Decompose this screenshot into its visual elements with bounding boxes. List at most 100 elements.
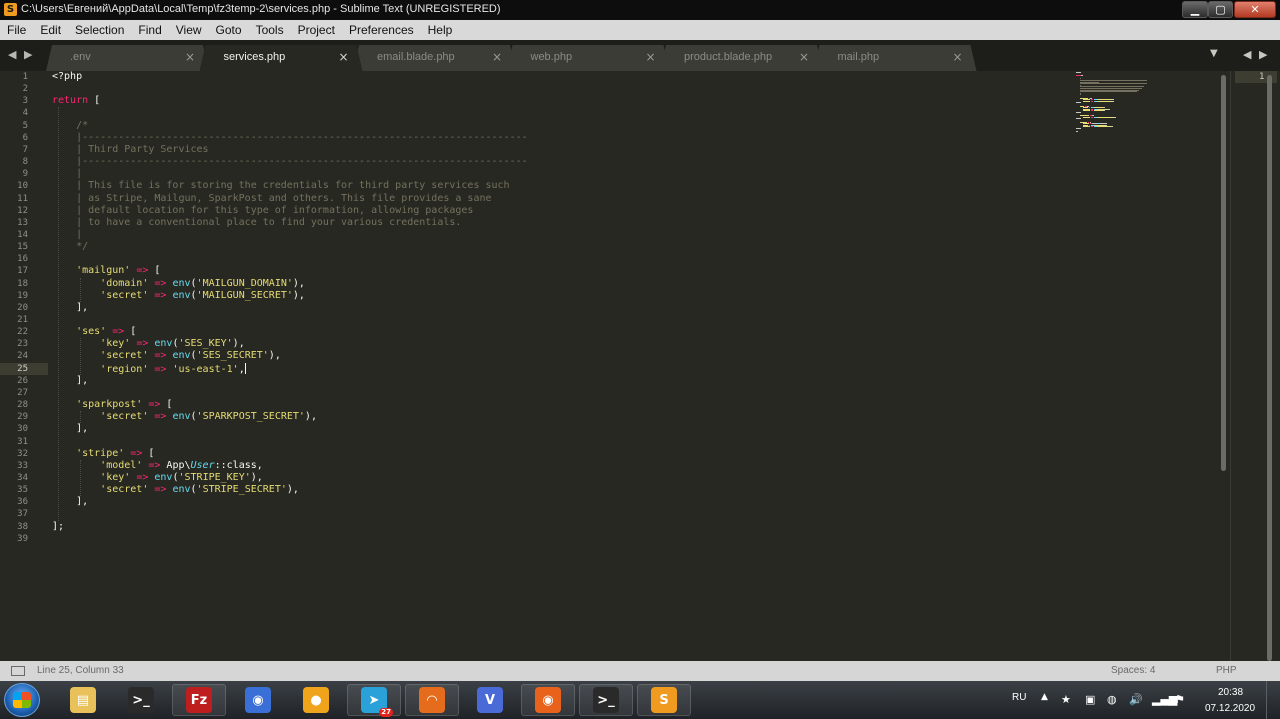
close-button[interactable]: ✕: [1234, 1, 1276, 18]
code-line[interactable]: |: [52, 229, 82, 241]
editor-scrollbar-thumb[interactable]: [1221, 75, 1226, 471]
menu-find[interactable]: Find: [131, 20, 168, 40]
code-line[interactable]: 'secret' => env('SES_SECRET'),: [52, 350, 281, 362]
panel-toggle-icon[interactable]: [11, 666, 25, 676]
code-line[interactable]: 'domain' => env('MAILGUN_DOMAIN'),: [52, 278, 305, 290]
code-line[interactable]: 'ses' => [: [52, 326, 136, 338]
tab-close-icon[interactable]: ×: [492, 50, 502, 64]
code-line[interactable]: 'secret' => env('STRIPE_SECRET'),: [52, 484, 299, 496]
clock-time[interactable]: 20:38: [1218, 687, 1243, 698]
code-line[interactable]: ],: [52, 423, 88, 435]
language-indicator[interactable]: RU: [1012, 692, 1026, 703]
tab-close-icon[interactable]: ×: [952, 50, 962, 64]
code-line[interactable]: | to have a conventional place to find y…: [52, 217, 461, 229]
tab-close-icon[interactable]: ×: [645, 50, 655, 64]
clock-date[interactable]: 07.12.2020: [1205, 703, 1255, 714]
tab-5[interactable]: mail.php ×: [814, 45, 977, 71]
taskbar-console[interactable]: >_: [579, 684, 633, 716]
code-token: 'STRIPE_SECRET': [196, 484, 287, 496]
menu-project[interactable]: Project: [291, 20, 342, 40]
start-button[interactable]: [4, 683, 40, 717]
tab-scroll-arrows-icon[interactable]: ◀ ▶: [1243, 48, 1269, 61]
syntax-selector[interactable]: PHP: [1216, 665, 1237, 676]
secondary-scrollbar-thumb[interactable]: [1267, 75, 1272, 661]
menu-preferences[interactable]: Preferences: [342, 20, 421, 40]
code-line[interactable]: */: [52, 241, 88, 253]
code-line[interactable]: ],: [52, 302, 88, 314]
code-line[interactable]: |---------------------------------------…: [52, 156, 528, 168]
code-line[interactable]: | This file is for storing the credentia…: [52, 180, 509, 192]
maximize-button[interactable]: ▢: [1208, 1, 1233, 18]
line-number-gutter[interactable]: 1 2 3 4 5 6 7 8 9 10 11 12 13 14 15 16 17 18 19 20 21 22 23 24 2…: [0, 71, 48, 661]
volume-icon[interactable]: 🔊: [1129, 693, 1143, 706]
tab-4[interactable]: product.blade.php ×: [660, 45, 823, 71]
tab-close-icon[interactable]: ×: [338, 50, 348, 64]
code-line[interactable]: ],: [52, 496, 88, 508]
code-line[interactable]: 'key' => env('STRIPE_KEY'),: [52, 472, 263, 484]
tab-0[interactable]: .env ×: [46, 45, 209, 71]
code-line[interactable]: 'mailgun' => [: [52, 265, 160, 277]
line-number: 18: [17, 278, 28, 289]
taskbar-postman[interactable]: ◠: [405, 684, 459, 716]
taskbar-file-explorer[interactable]: ▤: [56, 684, 110, 716]
code-line[interactable]: 'sparkpost' => [: [52, 399, 172, 411]
code-line[interactable]: 'secret' => env('MAILGUN_SECRET'),: [52, 290, 305, 302]
menu-file[interactable]: File: [0, 20, 33, 40]
menu-tools[interactable]: Tools: [249, 20, 291, 40]
taskbar-sublime-text[interactable]: S: [637, 684, 691, 716]
indentation-setting[interactable]: Spaces: 4: [1111, 665, 1155, 676]
action-center-icon[interactable]: ⚑: [1175, 693, 1185, 706]
tab-2[interactable]: email.blade.php ×: [353, 45, 516, 71]
minimap[interactable]: [1076, 71, 1176, 151]
code-line[interactable]: 'secret' => env('SPARKPOST_SECRET'),: [52, 411, 317, 423]
code-line[interactable]: |---------------------------------------…: [52, 132, 528, 144]
code-line[interactable]: ],: [52, 375, 88, 387]
menu-view[interactable]: View: [169, 20, 209, 40]
tab-1[interactable]: services.php ×: [200, 45, 363, 71]
code-token: ],: [52, 374, 89, 386]
show-hidden-icons-icon[interactable]: ▲: [1041, 692, 1048, 702]
menu-help[interactable]: Help: [421, 20, 460, 40]
code-token: =>: [112, 326, 125, 338]
minimize-button[interactable]: ▁: [1182, 1, 1208, 18]
tab-close-icon[interactable]: ×: [799, 50, 809, 64]
code-line[interactable]: return [: [52, 95, 100, 107]
menu-edit[interactable]: Edit: [33, 20, 68, 40]
code-line[interactable]: 'region' => 'us-east-1',: [52, 362, 246, 375]
secondary-editor-pane[interactable]: 1: [1230, 71, 1280, 661]
taskbar-filezilla[interactable]: Fz: [172, 684, 226, 716]
taskbar-chrome-like[interactable]: ●: [289, 684, 343, 716]
security-icon[interactable]: ◍: [1107, 693, 1117, 706]
code-line[interactable]: |: [52, 168, 82, 180]
code-line[interactable]: 'stripe' => [: [52, 448, 154, 460]
network-signal-icon[interactable]: ▂▄▆: [1152, 693, 1177, 706]
taskbar-firefox[interactable]: ◉: [521, 684, 575, 716]
code-line[interactable]: /*: [52, 120, 88, 132]
menu-selection[interactable]: Selection: [68, 20, 131, 40]
cursor-position[interactable]: Line 25, Column 33: [37, 665, 124, 676]
code-line[interactable]: | default location for this type of info…: [52, 205, 473, 217]
device-icon[interactable]: ▣: [1085, 693, 1095, 706]
code-line[interactable]: <?php: [52, 71, 82, 83]
editor-pane[interactable]: 1 2 3 4 5 6 7 8 9 10 11 12 13 14 15 16 17 18 19 20 21 22 23 24 2…: [0, 71, 1230, 661]
taskbar-vue-tool[interactable]: V: [463, 684, 517, 716]
taskbar-firefox-dev[interactable]: ◉: [231, 684, 285, 716]
code-line[interactable]: | as Stripe, Mailgun, SparkPost and othe…: [52, 193, 491, 205]
favorites-icon[interactable]: ★: [1061, 693, 1071, 706]
code-line[interactable]: | Third Party Services: [52, 144, 208, 156]
code-line[interactable]: 'model' => App\User::class,: [52, 460, 263, 472]
code-line[interactable]: ];: [52, 521, 64, 533]
tab-nav-arrows-icon[interactable]: ◀ ▶: [8, 48, 34, 61]
code-token: 'model': [100, 459, 143, 471]
taskbar-terminal[interactable]: >_: [114, 684, 168, 716]
tab-3[interactable]: web.php ×: [507, 45, 670, 71]
line-number: 14: [17, 229, 28, 240]
taskbar-telegram[interactable]: ➤ 27: [347, 684, 401, 717]
menu-goto[interactable]: Goto: [209, 20, 249, 40]
code-line[interactable]: 'key' => env('SES_KEY'),: [52, 338, 245, 350]
tab-list-dropdown-icon[interactable]: ▼: [1210, 48, 1218, 59]
show-desktop-button[interactable]: [1266, 681, 1280, 719]
tab-close-icon[interactable]: ×: [185, 50, 195, 64]
minimap-mark: [1113, 116, 1116, 118]
